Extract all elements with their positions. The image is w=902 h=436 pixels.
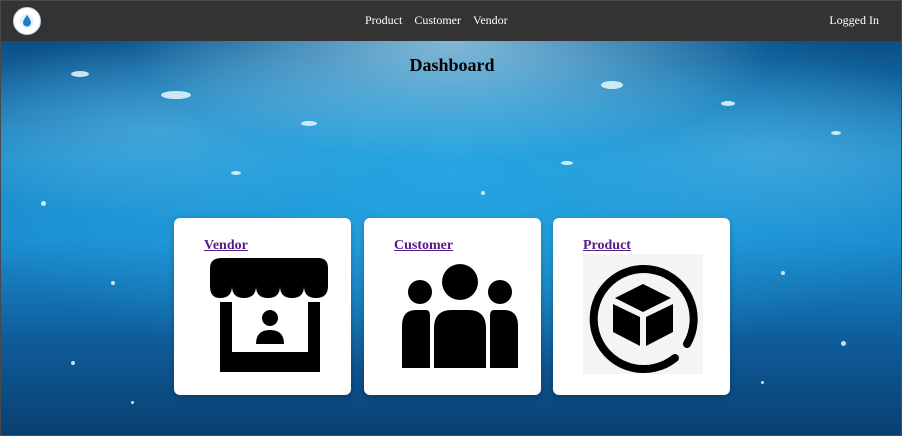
vendor-card[interactable]: Vendor xyxy=(174,218,351,395)
vendor-link[interactable]: Vendor xyxy=(204,238,248,254)
product-card[interactable]: Product xyxy=(553,218,730,395)
nav-link-product[interactable]: Product xyxy=(365,13,402,28)
group-icon xyxy=(402,264,518,368)
customer-card[interactable]: Customer xyxy=(364,218,541,395)
app-logo[interactable] xyxy=(13,7,41,35)
app-window: Product Customer Vendor Logged In Dashbo… xyxy=(0,0,902,436)
package-icon xyxy=(583,254,703,374)
nav-link-customer[interactable]: Customer xyxy=(414,13,461,28)
product-link[interactable]: Product xyxy=(583,238,631,254)
nav-link-vendor[interactable]: Vendor xyxy=(473,13,508,28)
customer-link[interactable]: Customer xyxy=(394,238,453,254)
water-drop-icon xyxy=(20,14,34,28)
nav-links: Product Customer Vendor xyxy=(365,13,508,28)
login-status[interactable]: Logged In xyxy=(829,13,879,28)
storefront-icon xyxy=(210,258,328,372)
top-navbar: Product Customer Vendor Logged In xyxy=(1,1,901,41)
page-title: Dashboard xyxy=(409,55,495,75)
